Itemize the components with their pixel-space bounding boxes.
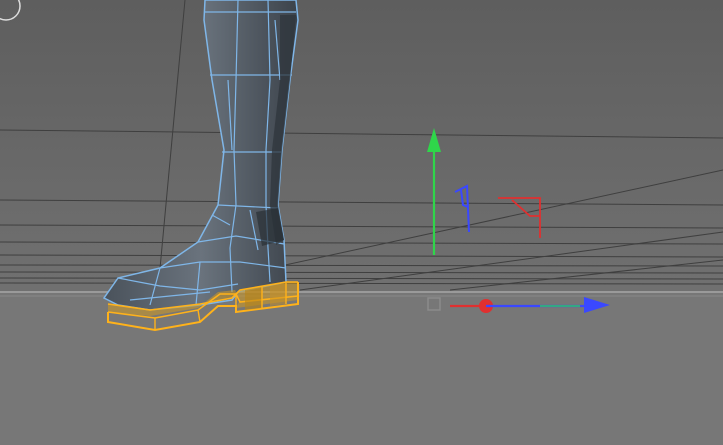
heel-face bbox=[245, 287, 262, 310]
viewport-canvas[interactable] bbox=[0, 0, 723, 445]
heel-face-right bbox=[270, 283, 286, 306]
3d-viewport[interactable] bbox=[0, 0, 723, 445]
